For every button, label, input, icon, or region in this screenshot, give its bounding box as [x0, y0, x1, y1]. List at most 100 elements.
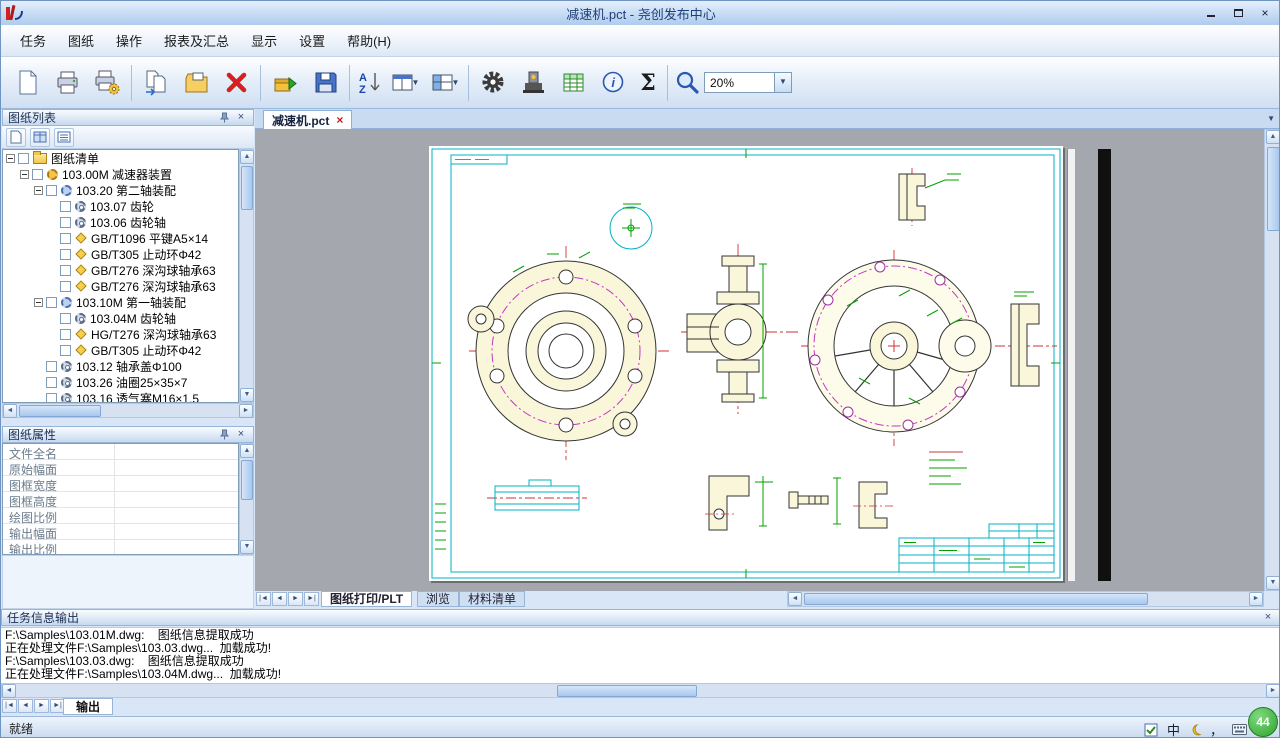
scroll-up-icon[interactable]: ▲ [240, 150, 254, 164]
tree-item-part[interactable]: GB/T276 深沟球轴承63 [3, 262, 238, 278]
publish-button[interactable] [265, 61, 305, 105]
tab-output[interactable]: 输出 [63, 698, 113, 715]
scroll-thumb[interactable] [241, 460, 253, 500]
list-table-button[interactable] [30, 128, 50, 147]
scroll-left-icon[interactable]: ◄ [2, 684, 16, 698]
menu-display[interactable]: 显示 [240, 26, 288, 55]
checkbox[interactable] [60, 217, 71, 228]
tree-item-part[interactable]: 103.12 轴承盖Φ100 [3, 358, 238, 374]
tree-hscrollbar[interactable]: ◄ ► [2, 403, 254, 418]
checkbox[interactable] [60, 233, 71, 244]
checkbox[interactable] [32, 169, 43, 180]
tree-item-assembly[interactable]: 103.00M 减速器装置 [3, 166, 238, 182]
menu-task[interactable]: 任务 [9, 26, 57, 55]
tab-close-icon[interactable]: × [336, 113, 343, 127]
first-tab-button[interactable]: |◄ [2, 699, 17, 713]
checkbox[interactable] [60, 201, 71, 212]
chevron-down-icon[interactable]: ▼ [1267, 114, 1275, 123]
scroll-down-icon[interactable]: ▼ [240, 388, 254, 402]
scroll-up-icon[interactable]: ▲ [1266, 130, 1280, 144]
minimize-button[interactable] [1199, 4, 1223, 21]
drawing-tree[interactable]: 图纸清单 103.00M 减速器装置 103.20 第二轴装配 103.07 齿… [2, 149, 239, 403]
checkbox[interactable] [60, 329, 71, 340]
tab-bom[interactable]: 材料清单 [459, 591, 525, 607]
tab-browse[interactable]: 浏览 [417, 591, 459, 607]
prev-sheet-button[interactable]: ◄ [272, 592, 287, 606]
checkbox[interactable] [18, 153, 29, 164]
tree-item-list-root[interactable]: 图纸清单 [3, 150, 238, 166]
scroll-thumb[interactable] [804, 593, 1148, 605]
scroll-down-icon[interactable]: ▼ [1266, 576, 1280, 590]
tab-print-plt[interactable]: 图纸打印/PLT [321, 591, 412, 607]
new-document-button[interactable] [7, 61, 47, 105]
scroll-thumb[interactable] [1267, 147, 1280, 231]
canvas-hscrollbar[interactable]: ◄ ► [787, 591, 1264, 607]
scroll-thumb[interactable] [241, 166, 253, 210]
properties-vscrollbar[interactable]: ▲ ▼ [239, 443, 254, 555]
menu-drawing[interactable]: 图纸 [57, 26, 105, 55]
menu-help[interactable]: 帮助(H) [336, 26, 402, 55]
tree-item-part[interactable]: 103.07 齿轮 [3, 198, 238, 214]
checkbox[interactable] [60, 345, 71, 356]
tree-item-subassembly[interactable]: 103.10M 第一轴装配 [3, 294, 238, 310]
document-tab[interactable]: 减速机.pct × [263, 110, 352, 129]
scroll-left-icon[interactable]: ◄ [788, 592, 802, 606]
summation-button[interactable]: Σ [633, 61, 663, 105]
fullwidth-moon-icon[interactable] [1189, 724, 1201, 736]
checkbox[interactable] [46, 377, 57, 388]
scroll-left-icon[interactable]: ◄ [3, 404, 17, 418]
maximize-button[interactable] [1226, 4, 1250, 21]
checkbox[interactable] [46, 297, 57, 308]
close-panel-icon[interactable]: × [234, 428, 248, 441]
checkbox[interactable] [60, 281, 71, 292]
display-mode-button[interactable]: ▼ [384, 61, 424, 105]
drawing-canvas[interactable] [255, 129, 1264, 591]
zoom-combobox[interactable]: 20% ▼ [704, 72, 792, 93]
scroll-right-icon[interactable]: ► [239, 404, 253, 418]
collapse-icon[interactable] [6, 154, 15, 163]
info-button[interactable]: i [593, 61, 633, 105]
report-table-button[interactable] [553, 61, 593, 105]
output-hscrollbar[interactable]: ◄ ► [1, 683, 1280, 698]
list-new-button[interactable] [6, 128, 26, 147]
tree-item-part[interactable]: 103.06 齿轮轴 [3, 214, 238, 230]
scroll-right-icon[interactable]: ► [1249, 592, 1263, 606]
close-panel-icon[interactable]: × [1261, 611, 1275, 624]
check-icon[interactable] [1144, 723, 1158, 737]
save-button[interactable] [305, 61, 345, 105]
checkbox[interactable] [60, 265, 71, 276]
tree-item-part[interactable]: GB/T1096 平键A5×14 [3, 230, 238, 246]
checkbox[interactable] [46, 361, 57, 372]
notification-badge[interactable]: 44 [1248, 707, 1278, 737]
checkbox[interactable] [46, 185, 57, 196]
tree-item-subassembly[interactable]: 103.20 第二轴装配 [3, 182, 238, 198]
close-panel-icon[interactable]: × [234, 111, 248, 124]
stamp-machine-button[interactable] [513, 61, 553, 105]
checkbox[interactable] [46, 393, 57, 404]
tree-item-part[interactable]: HG/T276 深沟球轴承63 [3, 326, 238, 342]
tree-item-part[interactable]: 103.26 油圈25×35×7 [3, 374, 238, 390]
scroll-thumb[interactable] [557, 685, 697, 697]
checkbox[interactable] [60, 249, 71, 260]
soft-keyboard-icon[interactable] [1232, 724, 1247, 735]
delete-button[interactable] [216, 61, 256, 105]
last-sheet-button[interactable]: ►| [304, 592, 319, 606]
close-button[interactable]: × [1253, 4, 1277, 21]
next-tab-button[interactable]: ► [34, 699, 49, 713]
scroll-thumb[interactable] [19, 405, 101, 417]
scroll-up-icon[interactable]: ▲ [240, 444, 254, 458]
pin-icon[interactable] [217, 111, 231, 124]
tree-item-part[interactable]: GB/T276 深沟球轴承63 [3, 278, 238, 294]
tree-vscrollbar[interactable]: ▲ ▼ [239, 149, 254, 403]
first-sheet-button[interactable]: |◄ [256, 592, 271, 606]
collapse-icon[interactable] [34, 298, 43, 307]
tree-item-part[interactable]: 103.16 透气塞M16×1.5 [3, 390, 238, 403]
collapse-icon[interactable] [34, 186, 43, 195]
print-button[interactable] [47, 61, 87, 105]
settings-gear-button[interactable] [473, 61, 513, 105]
align-mode-button[interactable]: ▼ [424, 61, 464, 105]
menu-report[interactable]: 报表及汇总 [153, 26, 240, 55]
batch-extract-button[interactable] [136, 61, 176, 105]
canvas-vscrollbar[interactable]: ▲ ▼ [1264, 129, 1280, 591]
checkbox[interactable] [60, 313, 71, 324]
